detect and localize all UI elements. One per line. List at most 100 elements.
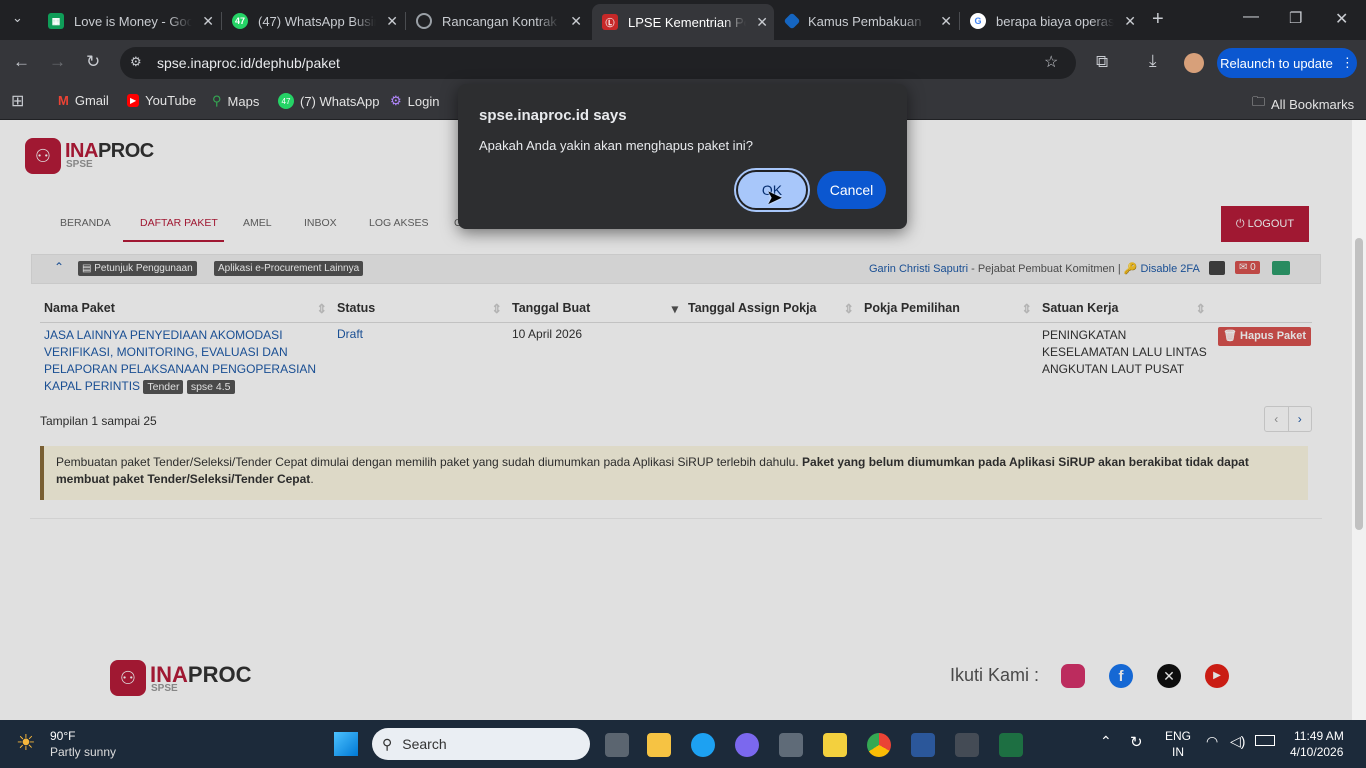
cancel-button[interactable]: Cancel (817, 171, 886, 209)
nav-amel[interactable]: AMEL (243, 217, 272, 229)
weather-icon[interactable]: ☀ (16, 730, 36, 756)
download-icon[interactable]: ⤓ (1149, 51, 1157, 71)
nav-log-akses[interactable]: LOG AKSES (369, 217, 429, 229)
inbox-count-badge[interactable]: ✉ 0 (1235, 261, 1260, 274)
youtube-social-icon[interactable]: ▶ (1205, 664, 1229, 688)
app-icon[interactable] (735, 733, 759, 757)
col-nama-paket[interactable]: Nama Paket ⇕ (40, 296, 333, 322)
calculator-icon[interactable] (955, 733, 979, 757)
page-scrollbar[interactable] (1352, 120, 1366, 720)
sticky-notes-icon[interactable] (823, 733, 847, 757)
youtube-icon: ▶ (127, 94, 140, 107)
user-name-link[interactable]: Garin Christi Saputri (869, 263, 968, 275)
col-satuan-kerja[interactable]: Satuan Kerja ⇕ (1038, 296, 1312, 322)
bookmark-star-icon[interactable]: ☆ (1044, 52, 1058, 72)
brand-sub: SPSE (66, 159, 93, 170)
prev-page-button[interactable]: ‹ (1265, 407, 1289, 431)
reload-icon[interactable]: ↻ (86, 52, 100, 72)
status-link[interactable]: Draft (337, 327, 363, 341)
new-tab-icon[interactable]: + (1152, 8, 1164, 31)
camera-icon[interactable] (779, 733, 803, 757)
minimize-icon[interactable]: — (1243, 8, 1259, 26)
excel-icon[interactable] (999, 733, 1023, 757)
bookmark-maps[interactable]: ⚲ Maps (212, 93, 259, 109)
notice-text: Pembuatan paket Tender/Seleksi/Tender Ce… (56, 455, 803, 469)
forward-icon[interactable]: → (49, 52, 66, 72)
tab-rancangan-kontrak[interactable]: Rancangan Kontrak P ✕ (406, 6, 588, 36)
col-tanggal-buat[interactable]: Tanggal Buat ▾ (508, 296, 684, 322)
nav-inbox[interactable]: INBOX (304, 217, 337, 229)
pagination: ‹ › (1264, 406, 1312, 432)
bookmark-label: Gmail (74, 93, 109, 108)
instagram-icon[interactable] (1061, 664, 1085, 688)
close-tab-icon[interactable]: ✕ (756, 14, 768, 31)
bookmark-login[interactable]: ⚙ Login (390, 93, 439, 109)
nav-beranda[interactable]: BERANDA (60, 217, 111, 229)
x-twitter-icon[interactable]: ✕ (1157, 664, 1181, 688)
lang-2[interactable]: IN (1172, 745, 1184, 759)
maximize-icon[interactable]: ❐ (1289, 9, 1302, 27)
wifi-icon[interactable]: ◠ (1206, 733, 1218, 750)
clock-date[interactable]: 4/10/2026 (1290, 745, 1343, 759)
task-view-icon[interactable] (605, 733, 629, 757)
relaunch-button[interactable]: Relaunch to update ⋮ (1217, 48, 1357, 78)
disable-2fa-link[interactable]: 🔑 Disable 2FA (1124, 263, 1200, 275)
bookmark-youtube[interactable]: ▶ YouTube (127, 93, 196, 108)
weather-temp[interactable]: 90°F (50, 729, 75, 743)
start-windows-icon[interactable] (334, 732, 358, 756)
notice-alert: Pembuatan paket Tender/Seleksi/Tender Ce… (40, 446, 1308, 500)
col-tanggal-assign[interactable]: Tanggal Assign Pokja ⇕ (684, 296, 860, 322)
tray-chevron-icon[interactable]: ⌃ (1100, 733, 1112, 750)
apps-grid-icon[interactable]: ⊞ (11, 91, 24, 111)
volume-icon[interactable]: ◁) (1230, 733, 1245, 750)
bookmark-whatsapp[interactable]: 47 (7) WhatsApp (278, 93, 379, 109)
weather-desc[interactable]: Partly sunny (50, 745, 116, 759)
col-status[interactable]: Status ⇕ (333, 296, 508, 322)
close-tab-icon[interactable]: ✕ (940, 13, 952, 30)
profile-avatar[interactable] (1184, 53, 1204, 73)
tab-google-search[interactable]: G berapa biaya operasi ✕ (960, 6, 1142, 36)
site-info-icon[interactable]: ⚙ (130, 54, 142, 70)
tab-love-is-money[interactable]: ▦ Love is Money - Goo ✕ (38, 6, 220, 36)
tab-whatsapp[interactable]: 47 (47) WhatsApp Busin ✕ (222, 6, 404, 36)
close-tab-icon[interactable]: ✕ (570, 13, 582, 30)
hapus-paket-button[interactable]: 🗑 Hapus Paket (1218, 326, 1312, 346)
lang-1[interactable]: ENG (1165, 729, 1191, 743)
scrollbar-thumb[interactable] (1355, 238, 1363, 530)
word-icon[interactable] (911, 733, 935, 757)
address-bar[interactable]: ⚙ spse.inaproc.id/dephub/paket ☆ (120, 47, 1076, 79)
petunjuk-label: Petunjuk Penggunaan (94, 263, 193, 274)
clock-time[interactable]: 11:49 AM (1294, 729, 1344, 743)
all-bookmarks[interactable]: 🗀 All Bookmarks (1252, 93, 1354, 115)
inaproc-logo-icon: ⚇ (25, 138, 61, 174)
aplikasi-button[interactable]: Aplikasi e-Procurement Lainnya (214, 261, 364, 276)
collapse-icon[interactable]: ⌃ (54, 260, 64, 274)
money-icon[interactable] (1272, 261, 1290, 275)
edge-icon[interactable] (691, 733, 715, 757)
tab-lpse-active[interactable]: Ⓛ LPSE Kementrian Perh ✕ (592, 4, 774, 40)
close-window-icon[interactable]: ✕ (1335, 9, 1348, 29)
back-icon[interactable]: ← (13, 52, 30, 72)
taskbar-search[interactable]: ⚲ Search (372, 728, 590, 760)
next-page-button[interactable]: › (1289, 407, 1312, 431)
col-pokja[interactable]: Pokja Pemilihan ⇕ (860, 296, 1038, 322)
nav-daftar-paket[interactable]: DAFTAR PAKET (140, 217, 218, 229)
battery-icon[interactable] (1255, 735, 1275, 746)
file-explorer-icon[interactable] (647, 733, 671, 757)
bookmark-label: Maps (227, 93, 260, 109)
mail-icon[interactable] (1209, 261, 1225, 275)
facebook-icon[interactable]: f (1109, 664, 1133, 688)
sync-icon[interactable]: ↻ (1130, 733, 1143, 751)
petunjuk-button[interactable]: ▤ Petunjuk Penggunaan (78, 261, 197, 276)
logout-button[interactable]: ⏻ LOGOUT (1221, 206, 1309, 242)
chrome-icon[interactable] (867, 733, 891, 757)
close-tab-icon[interactable]: ✕ (386, 13, 398, 30)
extensions-icon[interactable]: ⧉ (1096, 52, 1108, 72)
power-icon: ⏻ (1235, 217, 1245, 230)
bookmark-gmail[interactable]: M Gmail (58, 93, 109, 108)
tab-search-chevron-icon[interactable]: ⌄ (12, 10, 23, 26)
close-tab-icon[interactable]: ✕ (1124, 13, 1136, 30)
whatsapp-icon: 47 (232, 13, 248, 29)
close-tab-icon[interactable]: ✕ (202, 13, 214, 30)
tab-kamus[interactable]: Kamus Pembakuan Si ✕ (776, 6, 958, 36)
